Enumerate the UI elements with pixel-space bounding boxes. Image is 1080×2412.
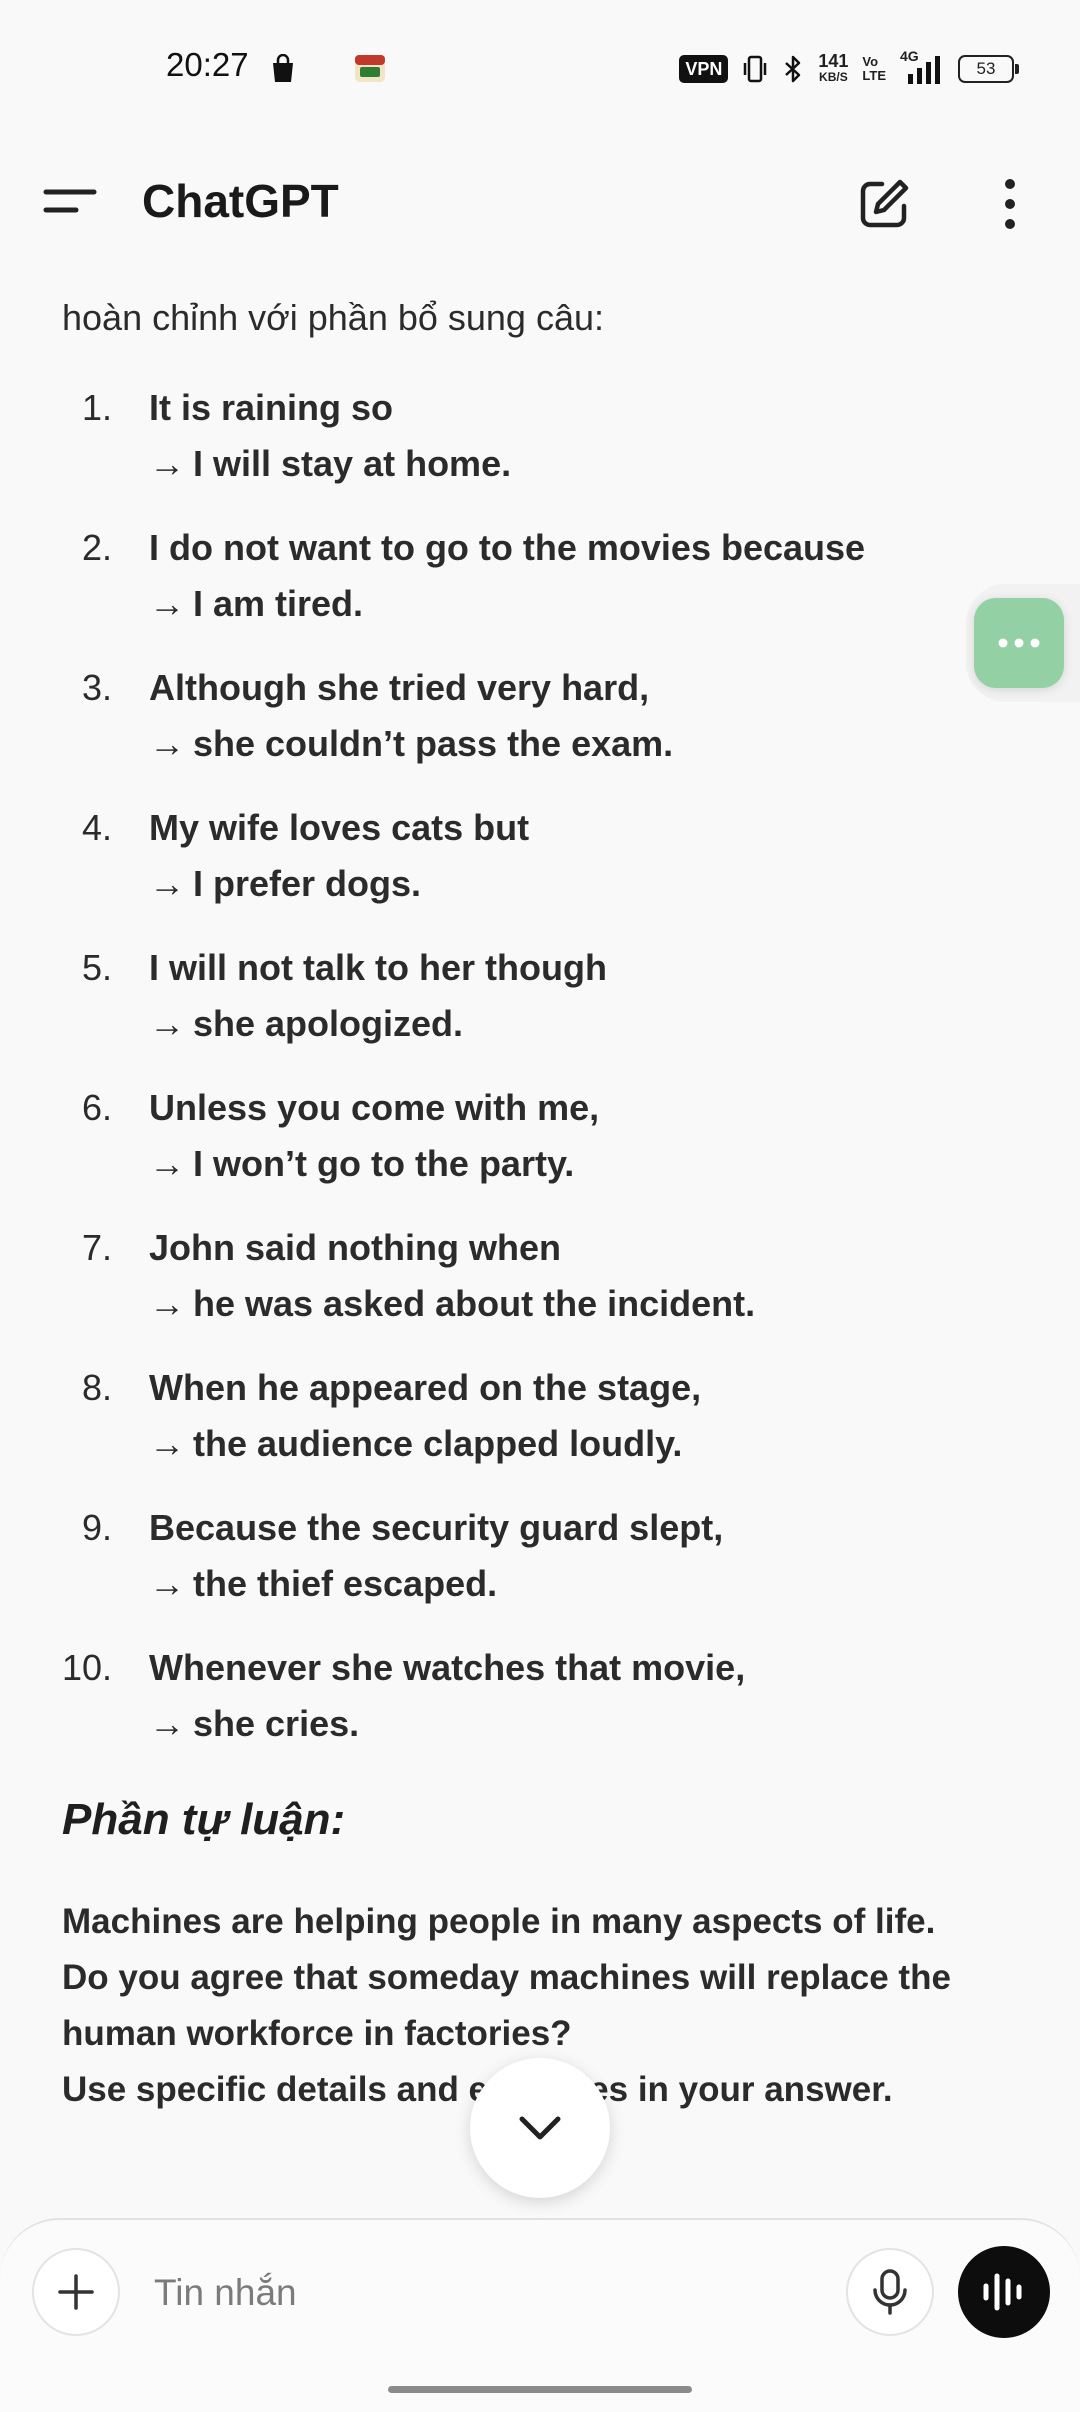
plus-icon (58, 2274, 94, 2310)
message-input[interactable] (152, 2260, 816, 2326)
sentence-list: 1. It is raining so → I will stay at home… (62, 380, 1022, 1752)
attach-button[interactable] (32, 2248, 120, 2336)
edit-icon[interactable] (856, 176, 912, 232)
list-number: 6. (81, 1087, 112, 1128)
list-number: 5. (81, 947, 112, 988)
status-bar: 20:27 VPN 141 KB/S Vo LTE 4G 53 (0, 0, 1080, 140)
network-speed: 141 KB/S (818, 51, 849, 85)
message-composer (0, 2218, 1080, 2412)
list-item-first: Because the security guard slept, (149, 1507, 724, 1548)
battery-indicator: 53 (958, 55, 1019, 83)
scroll-down-button[interactable] (470, 2058, 610, 2198)
list-item-first: I do not want to go to the movies becaus… (149, 527, 866, 568)
list-item-first: Unless you come with me, (149, 1087, 600, 1128)
arrow-icon: → (149, 583, 185, 624)
assistant-message: hoàn chỉnh với phần bổ sung câu: 1. It i… (62, 290, 1022, 2118)
list-item-second: she apologized. (193, 1003, 464, 1044)
more-vertical-icon[interactable] (990, 174, 1030, 234)
volte-top: Vo (862, 54, 879, 69)
list-item-first: I will not talk to her though (149, 947, 607, 988)
list-item-first: It is raining so (149, 387, 394, 428)
list-number: 1. (81, 387, 112, 428)
list-item: 8. When he appeared on the stage, → the a… (62, 1360, 1022, 1472)
bluetooth-icon (785, 55, 801, 83)
menu-icon[interactable] (40, 178, 104, 226)
list-item-first: Whenever she watches that movie, (149, 1647, 746, 1688)
list-number: 7. (81, 1227, 112, 1268)
list-item-second: the thief escaped. (193, 1563, 498, 1604)
list-number: 3. (81, 667, 112, 708)
home-indicator[interactable] (388, 2386, 692, 2393)
calendar-app-icon (355, 55, 385, 82)
dictate-button[interactable] (846, 2248, 934, 2336)
floating-bubble-button[interactable] (974, 598, 1064, 688)
list-item: 9. Because the security guard slept, → th… (62, 1500, 1022, 1612)
list-number: 4. (81, 807, 112, 848)
essay-line: Machines are helping people in many aspe… (62, 1902, 936, 1941)
arrow-icon: → (149, 1003, 185, 1044)
list-item-second: he was asked about the incident. (193, 1283, 756, 1324)
list-item-second: the audience clapped loudly. (193, 1423, 683, 1464)
network-speed-unit: KB/S (819, 70, 848, 84)
list-item: 6. Unless you come with me, → I won’t go … (62, 1080, 1022, 1192)
list-item: 7. John said nothing when → he was asked … (62, 1220, 1022, 1332)
app-bar: ChatGPT (0, 140, 1080, 264)
list-item: 3. Although she tried very hard, → she co… (62, 660, 1022, 772)
microphone-icon (873, 2269, 907, 2315)
arrow-icon: → (149, 723, 185, 764)
list-item: 4. My wife loves cats but → I prefer dogs… (62, 800, 1022, 912)
list-item: 2. I do not want to go to the movies bec… (62, 520, 1022, 632)
voice-waveform-icon (983, 2273, 1022, 2311)
list-item: 5. I will not talk to her though → she ap… (62, 940, 1022, 1052)
arrow-icon: → (149, 1703, 185, 1744)
list-item-second: I prefer dogs. (193, 863, 422, 904)
network-speed-value: 141 (818, 51, 849, 71)
list-item-second: she cries. (193, 1703, 360, 1744)
list-item-first: When he appeared on the stage, (149, 1367, 702, 1408)
list-item: 1. It is raining so → I will stay at home… (62, 380, 1022, 492)
list-item-second: she couldn’t pass the exam. (193, 723, 674, 764)
shopping-bag-icon (273, 54, 293, 82)
essay-line: Do you agree that someday machines will … (62, 1958, 951, 1997)
essay-line: human workforce in factories? (62, 2014, 572, 2053)
vpn-badge: VPN (679, 55, 729, 83)
list-item-first: John said nothing when (149, 1227, 561, 1268)
arrow-icon: → (149, 863, 185, 904)
arrow-icon: → (149, 1283, 185, 1324)
list-item: 10. Whenever she watches that movie, → sh… (62, 1640, 1022, 1752)
more-horizontal-icon (998, 638, 1040, 648)
list-item-first: My wife loves cats but (149, 807, 530, 848)
arrow-icon: → (149, 1423, 185, 1464)
signal-indicator: 4G (900, 48, 944, 86)
voice-mode-button[interactable] (958, 2246, 1050, 2338)
app-title: ChatGPT (142, 175, 339, 227)
vibrate-icon (744, 55, 767, 83)
status-time: 20:27 (166, 46, 249, 83)
volte-indicator: Vo LTE (862, 55, 886, 83)
chevron-down-icon (519, 2116, 561, 2140)
message-intro: hoàn chỉnh với phần bổ sung câu: (62, 297, 605, 338)
chatgpt-screen: 20:27 VPN 141 KB/S Vo LTE 4G 53 ChatGPT … (0, 0, 1080, 2412)
volte-bottom: LTE (862, 68, 886, 83)
status-icons: VPN 141 KB/S Vo LTE 4G 53 (679, 48, 1019, 86)
list-number: 10. (62, 1647, 113, 1688)
list-number: 2. (81, 527, 112, 568)
list-number: 9. (81, 1507, 112, 1548)
arrow-icon: → (149, 1143, 185, 1184)
signal-bars-icon (908, 56, 940, 84)
list-number: 8. (81, 1367, 112, 1408)
arrow-icon: → (149, 443, 185, 484)
list-item-second: I will stay at home. (193, 443, 512, 484)
arrow-icon: → (149, 1563, 185, 1604)
list-item-second: I am tired. (193, 583, 364, 624)
section-heading: Phần tự luận: (62, 1795, 346, 1844)
list-item-first: Although she tried very hard, (149, 667, 650, 708)
list-item-second: I won’t go to the party. (193, 1143, 575, 1184)
